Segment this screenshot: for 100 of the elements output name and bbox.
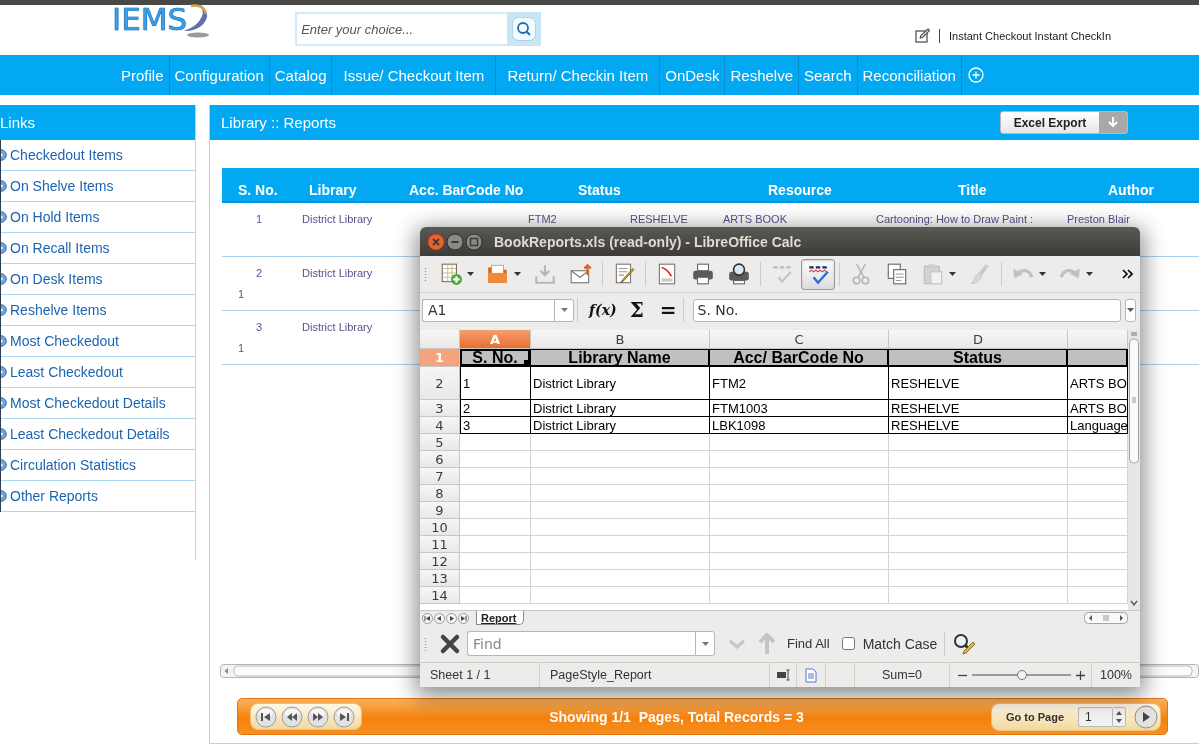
horizontal-scrollbar[interactable] <box>1084 612 1128 624</box>
sidebar-link[interactable]: On Hold Items <box>10 209 100 225</box>
row-header[interactable]: 11 <box>420 536 460 553</box>
formula-input[interactable]: S. No. <box>692 298 1121 322</box>
sheet-cell[interactable]: FTM1003 <box>710 400 889 417</box>
close-icon[interactable] <box>427 232 445 251</box>
close-icon[interactable] <box>439 632 461 655</box>
previous-page-icon[interactable] <box>281 705 303 728</box>
vertical-scrollbar[interactable] <box>1128 330 1140 610</box>
row-header[interactable]: 4 <box>420 417 460 434</box>
sheet-cell[interactable]: 2 <box>460 400 531 417</box>
row-header[interactable]: 5 <box>420 434 460 451</box>
excel-export-button[interactable]: Excel Export <box>1000 111 1128 134</box>
sum-button[interactable]: Σ <box>626 298 647 322</box>
sheet-heading-cell[interactable] <box>1068 349 1128 367</box>
search-field[interactable]: Enter your choice... <box>295 12 508 46</box>
row-header[interactable]: 7 <box>420 468 460 485</box>
find-all-button[interactable]: Find All <box>787 636 830 651</box>
slider-thumb[interactable] <box>1016 670 1027 680</box>
spinner-arrows-icon[interactable] <box>1112 706 1127 727</box>
column-header[interactable]: B <box>531 330 710 349</box>
plus-circle-icon[interactable] <box>967 67 984 83</box>
printer-icon <box>691 262 715 286</box>
column-header[interactable]: C <box>710 330 889 349</box>
sheet-heading-cell[interactable]: S. No. <box>460 349 531 367</box>
match-case-checkbox[interactable] <box>841 637 855 650</box>
table-cell: 1 <box>256 213 263 225</box>
formula-button[interactable]: = <box>656 298 680 322</box>
row-header[interactable]: 6 <box>420 451 460 468</box>
last-sheet-icon[interactable] <box>458 612 469 624</box>
minimize-icon[interactable] <box>446 232 464 251</box>
column-header: Resource <box>768 181 833 200</box>
sheet-heading-cell[interactable]: Status <box>889 349 1068 367</box>
sidebar-link[interactable]: Checkedout Items <box>10 147 123 163</box>
sidebar-link[interactable]: Least Checkedout Details <box>10 426 170 442</box>
sheet-cell[interactable]: RESHELVE <box>889 367 1068 400</box>
first-sheet-icon[interactable] <box>422 612 433 624</box>
row-header[interactable]: 14 <box>420 587 460 604</box>
zoom-in-icon[interactable] <box>1076 670 1085 680</box>
sidebar-link[interactable]: Most Checkedout Details <box>10 395 166 411</box>
previous-sheet-icon[interactable] <box>434 612 445 624</box>
function-wizard-button[interactable]: f(x) <box>586 302 620 318</box>
caret-icon <box>514 272 521 276</box>
sidebar-link[interactable]: Least Checkedout <box>10 364 123 380</box>
spreadsheet-plus-icon <box>439 262 463 286</box>
sheet-cell[interactable]: District Library <box>531 400 710 417</box>
toolbar-button[interactable] <box>801 258 835 290</box>
next-sheet-icon[interactable] <box>446 612 457 624</box>
sidebar-link[interactable]: Other Reports <box>10 488 98 504</box>
row-header[interactable]: 12 <box>420 553 460 570</box>
circle-arrow-icon <box>1 242 7 254</box>
sidebar-link[interactable]: Most Checkedout <box>10 333 119 349</box>
sheet-cell[interactable]: District Library <box>531 367 710 400</box>
rectangle-cursor-icon[interactable] <box>776 669 790 681</box>
last-page-icon[interactable] <box>333 705 355 728</box>
name-box[interactable]: A1 <box>422 298 554 322</box>
row-header[interactable]: 10 <box>420 519 460 536</box>
column-header[interactable]: D <box>889 330 1068 349</box>
sidebar-link[interactable]: On Shelve Items <box>10 178 114 194</box>
circle-arrow-icon <box>1 304 7 316</box>
grip-handle[interactable] <box>424 636 427 651</box>
find-field[interactable]: Find <box>467 631 695 656</box>
table-cell: District Library <box>302 267 373 279</box>
sheet-cell[interactable]: RESHELVE <box>889 400 1068 417</box>
table-cell: Preston Blair <box>1067 213 1130 225</box>
sheet-cell[interactable]: FTM2 <box>710 367 889 400</box>
sidebar-link[interactable]: Reshelve Items <box>10 302 107 318</box>
column-header: Author <box>1108 181 1155 200</box>
row-header[interactable]: 9 <box>420 502 460 519</box>
dropdown-button[interactable] <box>554 298 574 322</box>
circle-arrow-icon <box>1 211 7 223</box>
row-header[interactable]: 2 <box>420 367 460 400</box>
circle-arrow-icon <box>1 490 7 502</box>
edit-icon[interactable] <box>915 28 930 43</box>
sidebar-link[interactable]: On Desk Items <box>10 271 103 287</box>
maximize-icon[interactable] <box>465 232 483 251</box>
dropdown-button[interactable] <box>695 631 715 656</box>
expand-button[interactable] <box>1125 298 1136 322</box>
row-header[interactable]: 8 <box>420 485 460 502</box>
header-link[interactable]: Instant Checkout <box>949 29 1032 42</box>
logo-text: IEMS <box>112 6 188 32</box>
search-button[interactable] <box>507 12 542 46</box>
sheet-heading-cell[interactable]: Library Name <box>531 349 710 367</box>
sheet-heading-cell[interactable]: Acc/ BarCode No <box>710 349 889 367</box>
page-field[interactable]: 1 <box>1078 706 1113 727</box>
first-page-icon[interactable] <box>255 705 277 728</box>
sheet-cell[interactable]: 1 <box>460 367 531 400</box>
go-icon[interactable] <box>1134 704 1158 729</box>
sidebar-link[interactable]: On Recall Items <box>10 240 110 256</box>
next-page-icon[interactable] <box>307 705 329 728</box>
sidebar-link[interactable]: Circulation Statistics <box>10 457 137 473</box>
grip-handle[interactable] <box>424 267 427 281</box>
magnifier-pencil-icon[interactable] <box>952 631 977 656</box>
sheet-tab[interactable]: Report <box>476 611 525 625</box>
empty-cell-grid[interactable] <box>460 434 1128 604</box>
row-header[interactable]: 3 <box>420 400 460 417</box>
checkbox-label[interactable]: Match Case <box>862 635 938 652</box>
header-link[interactable]: Instant CheckIn <box>1034 29 1111 42</box>
row-header[interactable]: 13 <box>420 570 460 587</box>
double-chevron-icon[interactable] <box>1121 268 1133 280</box>
